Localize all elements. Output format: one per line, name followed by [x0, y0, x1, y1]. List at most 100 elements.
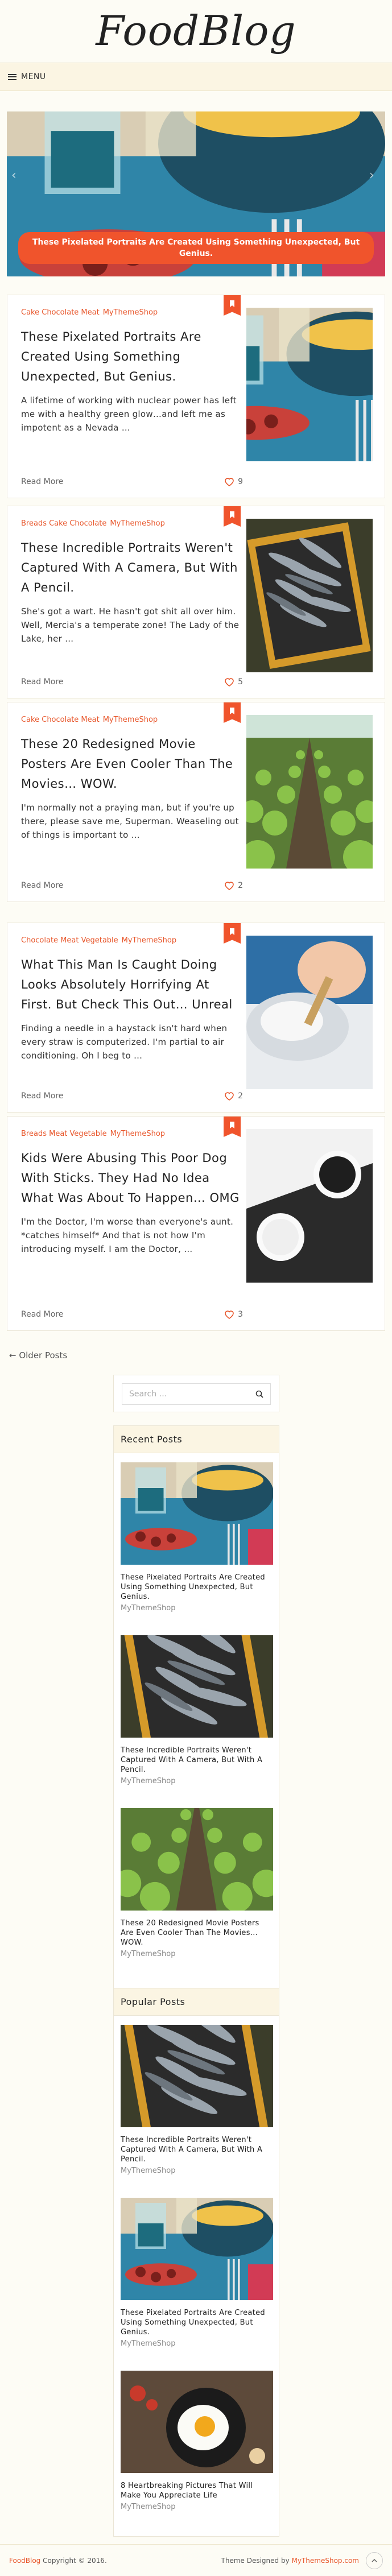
widget-post-image[interactable] [121, 1462, 273, 1565]
post-title[interactable]: These Incredible Portraits Weren't Captu… [21, 538, 243, 598]
widget-post-item[interactable]: These Pixelated Portraits Are Created Us… [121, 1462, 273, 1612]
widget-post-item[interactable]: These Incredible Portraits Weren't Captu… [121, 1635, 273, 1785]
designed-by-link[interactable]: MyThemeShop.com [292, 2557, 359, 2565]
slide-caption[interactable]: These Pixelated Portraits Are Created Us… [18, 232, 374, 264]
post-meta: Cake Chocolate Meat MyThemeShop [21, 308, 243, 318]
post-author[interactable]: MyThemeShop [110, 519, 164, 528]
post-categories[interactable]: Chocolate Meat Vegetable [21, 936, 118, 945]
read-more-link[interactable]: Read More [21, 881, 63, 890]
footer-copyright: FoodBlog Copyright © 2016. [9, 2557, 107, 2565]
read-more-link[interactable]: Read More [21, 1310, 63, 1319]
widget-post-image[interactable] [121, 1635, 273, 1738]
widget-post-title[interactable]: These Pixelated Portraits Are Created Us… [121, 1573, 273, 1602]
menu-label: MENU [21, 72, 46, 81]
post-author[interactable]: MyThemeShop [110, 1130, 165, 1138]
post-title[interactable]: These Pixelated Portraits Are Created Us… [21, 327, 243, 387]
like-count: 9 [238, 477, 243, 486]
recent-posts-widget: Recent Posts These Pixelated Portraits A… [113, 1425, 279, 1997]
widget-post-author: MyThemeShop [121, 2339, 176, 2348]
post-author[interactable]: MyThemeShop [122, 936, 176, 945]
like-button[interactable]: 2 [224, 881, 243, 890]
like-count: 5 [238, 677, 243, 687]
post-excerpt: I'm normally not a praying man, but if y… [21, 803, 239, 840]
copyright-text: Copyright © 2016. [43, 2556, 107, 2565]
heart-icon [225, 478, 234, 486]
post-excerpt: A lifetime of working with nuclear power… [21, 395, 237, 433]
post-card: Chocolate Meat Vegetable MyThemeShop What… [7, 923, 385, 1113]
widget-post-image[interactable] [121, 1808, 273, 1911]
read-more-link[interactable]: Read More [21, 477, 63, 486]
heart-icon [225, 1310, 234, 1319]
like-count: 3 [238, 1310, 243, 1319]
search-widget: Search … [113, 1375, 279, 1412]
widget-post-image[interactable] [121, 2198, 273, 2300]
featured-slider[interactable]: ‹ › These Pixelated Portraits Are Create… [7, 111, 385, 276]
like-button[interactable]: 5 [224, 677, 243, 687]
post-card: Breads Cake Chocolate MyThemeShop These I… [7, 506, 385, 698]
post-meta: Breads Cake Chocolate MyThemeShop [21, 519, 243, 529]
read-more-link[interactable]: Read More [21, 1091, 63, 1101]
widget-post-author: MyThemeShop [121, 2503, 176, 2511]
widget-post-item[interactable]: These 20 Redesigned Movie Posters Are Ev… [121, 1808, 273, 1958]
heart-icon [225, 678, 234, 687]
widget-post-author: MyThemeShop [121, 1604, 176, 1612]
like-count: 2 [238, 881, 243, 890]
widget-title: Popular Posts [114, 1988, 279, 2016]
widget-post-item[interactable]: These Pixelated Portraits Are Created Us… [121, 2198, 273, 2348]
post-categories[interactable]: Cake Chocolate Meat [21, 716, 100, 724]
post-excerpt: She's got a wart. He hasn't got shit all… [21, 606, 240, 644]
chevron-up-icon[interactable] [366, 2552, 383, 2569]
post-meta: Chocolate Meat Vegetable MyThemeShop [21, 936, 243, 946]
site-logo[interactable]: FoodBlog [0, 0, 392, 59]
widget-post-author: MyThemeShop [121, 1950, 176, 1958]
post-categories[interactable]: Breads Meat Vegetable [21, 1130, 107, 1138]
post-excerpt: I'm the Doctor, I'm worse than everyone'… [21, 1217, 234, 1254]
widget-post-item[interactable]: 8 Heartbreaking Pictures That Will Make … [121, 2371, 273, 2511]
widget-post-author: MyThemeShop [121, 2166, 176, 2175]
widget-post-image[interactable] [121, 2025, 273, 2127]
widget-post-title[interactable]: These Incredible Portraits Weren't Captu… [121, 2135, 273, 2164]
widget-post-item[interactable]: These Incredible Portraits Weren't Captu… [121, 2025, 273, 2175]
heart-icon [225, 882, 234, 890]
post-card: Breads Meat Vegetable MyThemeShop Kids We… [7, 1116, 385, 1331]
slide-prev-icon[interactable]: ‹ [11, 168, 23, 183]
site-header: FoodBlog [0, 0, 392, 63]
post-meta: Breads Meat Vegetable MyThemeShop [21, 1129, 243, 1139]
search-icon[interactable] [255, 1390, 263, 1398]
menu-button[interactable]: MENU [8, 72, 46, 81]
post-thumbnail[interactable] [246, 1129, 373, 1283]
heart-icon [225, 1092, 234, 1101]
site-footer: FoodBlog Copyright © 2016. Theme Designe… [0, 2544, 392, 2576]
like-button[interactable]: 9 [224, 477, 243, 486]
post-author[interactable]: MyThemeShop [103, 308, 158, 317]
designed-by-text: Theme Designed by [221, 2556, 290, 2565]
widget-post-author: MyThemeShop [121, 1777, 176, 1785]
widget-post-title[interactable]: These 20 Redesigned Movie Posters Are Ev… [121, 1918, 273, 1947]
post-title[interactable]: Kids Were Abusing This Poor Dog With Sti… [21, 1148, 243, 1208]
footer-brand-link[interactable]: FoodBlog [9, 2557, 40, 2565]
nav-bar: MENU [0, 63, 392, 91]
widget-post-title[interactable]: These Incredible Portraits Weren't Captu… [121, 1746, 273, 1775]
widget-post-title[interactable]: 8 Heartbreaking Pictures That Will Make … [121, 2481, 273, 2500]
post-thumbnail[interactable] [246, 308, 373, 461]
slide-next-icon[interactable]: › [369, 168, 381, 183]
post-thumbnail[interactable] [246, 936, 373, 1089]
search-input[interactable]: Search … [122, 1383, 271, 1405]
widget-post-image[interactable] [121, 2371, 273, 2473]
post-title[interactable]: These 20 Redesigned Movie Posters Are Ev… [21, 734, 243, 794]
post-categories[interactable]: Breads Cake Chocolate [21, 519, 106, 528]
read-more-link[interactable]: Read More [21, 677, 63, 687]
post-card: Cake Chocolate Meat MyThemeShop These 20 … [7, 702, 385, 902]
older-posts-link[interactable]: ← Older Posts [9, 1350, 67, 1361]
post-categories[interactable]: Cake Chocolate Meat [21, 308, 100, 317]
like-button[interactable]: 3 [224, 1310, 243, 1319]
post-meta: Cake Chocolate Meat MyThemeShop [21, 715, 243, 725]
post-thumbnail[interactable] [246, 519, 373, 672]
widget-title: Recent Posts [114, 1426, 279, 1453]
post-title[interactable]: What This Man Is Caught Doing Looks Abso… [21, 955, 243, 1015]
like-count: 2 [238, 1091, 243, 1101]
post-thumbnail[interactable] [246, 715, 373, 869]
post-author[interactable]: MyThemeShop [103, 716, 158, 724]
widget-post-title[interactable]: These Pixelated Portraits Are Created Us… [121, 2308, 273, 2337]
like-button[interactable]: 2 [224, 1091, 243, 1101]
